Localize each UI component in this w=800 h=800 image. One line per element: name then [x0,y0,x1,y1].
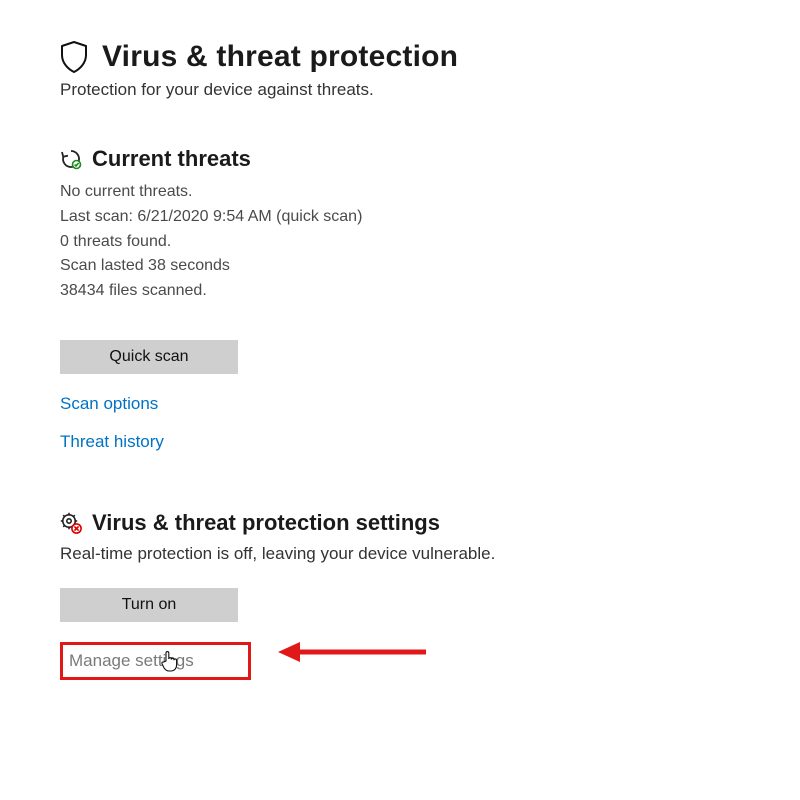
clock-refresh-icon [60,148,82,170]
threats-found-info: 0 threats found. [60,230,740,255]
arrow-annotation-icon [278,637,428,672]
turn-on-button[interactable]: Turn on [60,588,238,622]
status-no-threats: No current threats. [60,180,740,205]
manage-settings-link[interactable]: Manage settings [69,651,194,671]
current-threats-title: Current threats [92,146,251,172]
scan-duration-info: Scan lasted 38 seconds [60,254,740,279]
page-title: Virus & threat protection [102,40,458,74]
quick-scan-button[interactable]: Quick scan [60,340,238,374]
scan-options-link[interactable]: Scan options [60,394,158,414]
realtime-off-warning: Real-time protection is off, leaving you… [60,544,740,564]
gear-alert-icon [60,512,82,534]
last-scan-info: Last scan: 6/21/2020 9:54 AM (quick scan… [60,205,740,230]
settings-section-title: Virus & threat protection settings [92,510,440,536]
shield-icon [60,41,88,73]
page-subtitle: Protection for your device against threa… [60,80,740,100]
files-scanned-info: 38434 files scanned. [60,279,740,304]
threat-history-link[interactable]: Threat history [60,432,164,452]
highlight-annotation: Manage settings [60,642,251,680]
